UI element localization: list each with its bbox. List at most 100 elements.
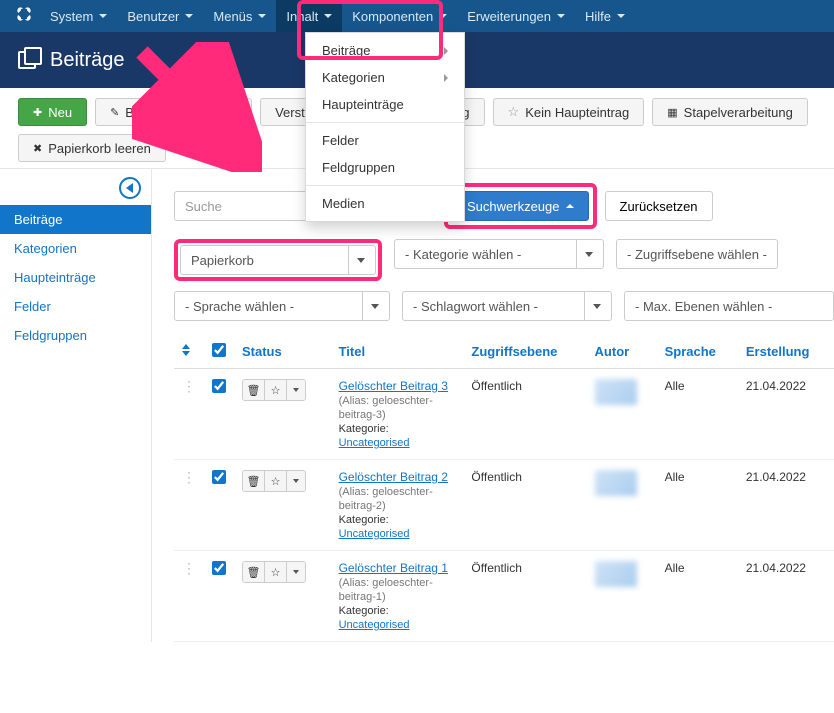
category-link[interactable]: Uncategorised (339, 619, 410, 631)
col-author[interactable]: Autor (587, 335, 657, 369)
filter-maxlevel-select[interactable]: - Max. Ebenen wählen - (624, 291, 834, 321)
menu-system[interactable]: System (40, 0, 117, 32)
row-language: Alle (657, 369, 738, 460)
col-language[interactable]: Sprache (657, 335, 738, 369)
filter-language-select[interactable]: - Sprache wählen - (174, 291, 390, 321)
plus-icon: ✚ (33, 106, 42, 119)
menu-components[interactable]: Komponenten (342, 0, 457, 32)
filter-status-select[interactable]: Papierkorb (180, 245, 376, 275)
unfeatured-button[interactable]: ☆Kein Haupteintrag (493, 98, 645, 126)
col-title[interactable]: Titel (331, 335, 464, 369)
trash-icon[interactable]: 🗑 (243, 380, 265, 400)
menu-users[interactable]: Benutzer (117, 0, 203, 32)
star-outline-icon[interactable]: ☆ (265, 562, 287, 582)
menu-extensions[interactable]: Erweiterungen (457, 0, 575, 32)
dropdown-item-categories[interactable]: Kategorien (306, 64, 464, 91)
sort-order-icon[interactable] (182, 344, 190, 356)
filter-access-select[interactable]: - Zugriffsebene wählen - (616, 239, 778, 269)
annotation-highlight-status-filter: Papierkorb (174, 239, 382, 281)
menu-content[interactable]: Inhalt (276, 0, 342, 32)
article-category: Kategorie: Uncategorised (339, 514, 410, 540)
batch-button[interactable]: ▦Stapelverarbeitung (652, 98, 808, 126)
row-access: Öffentlich (463, 369, 586, 460)
dropdown-item-articles[interactable]: Beiträge (306, 37, 464, 64)
search-tools-button[interactable]: Suchwerkzeuge (452, 191, 589, 221)
reset-button[interactable]: Zurücksetzen (605, 191, 713, 221)
menu-menus[interactable]: Menüs (203, 0, 276, 32)
drag-handle-icon[interactable]: ⋮ (182, 469, 196, 485)
content-dropdown: Beiträge Kategorien Haupteinträge Felder… (305, 32, 465, 222)
chevron-down-icon[interactable] (287, 380, 305, 400)
articles-icon (18, 51, 36, 69)
content-area: Suche Suchwerkzeuge Zurücksetzen Papierk… (152, 169, 834, 642)
col-access[interactable]: Zugriffsebene (463, 335, 586, 369)
col-created[interactable]: Erstellung (738, 335, 834, 369)
x-icon: ✖ (33, 142, 42, 155)
article-title-link[interactable]: Gelöschter Beitrag 2 (339, 470, 448, 484)
author-avatar (595, 470, 637, 496)
table-row: ⋮ 🗑☆ Gelöschter Beitrag 2 (Alias: geloes… (174, 460, 834, 551)
col-status[interactable]: Status (234, 335, 331, 369)
article-alias: (Alias: geloeschter-beitrag-2) (339, 486, 433, 512)
article-category: Kategorie: Uncategorised (339, 605, 410, 631)
page-title: Beiträge (50, 49, 125, 72)
batch-icon: ▦ (667, 106, 677, 119)
sidebar: Beiträge Kategorien Haupteinträge Felder… (0, 169, 152, 642)
sidebar-item-articles[interactable]: Beiträge (0, 205, 151, 234)
author-avatar (595, 561, 637, 587)
joomla-logo-icon (8, 6, 40, 27)
table-row: ⋮ 🗑☆ Gelöschter Beitrag 1 (Alias: geloes… (174, 551, 834, 642)
new-button[interactable]: ✚Neu (18, 98, 87, 126)
articles-table: Status Titel Zugriffsebene Autor Sprache… (174, 335, 834, 642)
dropdown-item-media[interactable]: Medien (306, 190, 464, 217)
trash-icon[interactable]: 🗑 (243, 562, 265, 582)
row-checkbox[interactable] (212, 561, 226, 575)
drag-handle-icon[interactable]: ⋮ (182, 378, 196, 394)
row-access: Öffentlich (463, 551, 586, 642)
row-created: 21.04.2022 (738, 369, 834, 460)
sidebar-item-featured[interactable]: Haupteinträge (0, 263, 151, 292)
filter-tag-select[interactable]: - Schlagwort wählen - (402, 291, 612, 321)
author-avatar (595, 379, 637, 405)
row-status-buttons[interactable]: 🗑☆ (242, 470, 306, 492)
row-created: 21.04.2022 (738, 460, 834, 551)
article-alias: (Alias: geloeschter-beitrag-3) (339, 395, 433, 421)
filter-category-select[interactable]: - Kategorie wählen - (394, 239, 604, 269)
empty-trash-button[interactable]: ✖Papierkorb leeren (18, 134, 166, 162)
category-link[interactable]: Uncategorised (339, 437, 410, 449)
dropdown-item-fields[interactable]: Felder (306, 127, 464, 154)
sidebar-item-fields[interactable]: Felder (0, 292, 151, 321)
trash-icon[interactable]: 🗑 (243, 471, 265, 491)
publish-button[interactable]: ✓ (211, 98, 252, 126)
row-status-buttons[interactable]: 🗑☆ (242, 561, 306, 583)
row-status-buttons[interactable]: 🗑☆ (242, 379, 306, 401)
article-title-link[interactable]: Gelöschter Beitrag 3 (339, 379, 448, 393)
row-checkbox[interactable] (212, 379, 226, 393)
row-access: Öffentlich (463, 460, 586, 551)
edit-button[interactable]: ✎Bearbeiten (95, 98, 203, 126)
pencil-icon: ✎ (110, 106, 119, 119)
star-outline-icon: ☆ (508, 104, 520, 120)
chevron-down-icon[interactable] (287, 471, 305, 491)
annotation-highlight-searchtools: Suchwerkzeuge (444, 183, 597, 229)
chevron-down-icon[interactable] (287, 562, 305, 582)
row-checkbox[interactable] (212, 470, 226, 484)
sidebar-item-fieldgroups[interactable]: Feldgruppen (0, 321, 151, 350)
star-outline-icon[interactable]: ☆ (265, 471, 287, 491)
dropdown-item-fieldgroups[interactable]: Feldgruppen (306, 154, 464, 181)
drag-handle-icon[interactable]: ⋮ (182, 560, 196, 576)
row-language: Alle (657, 460, 738, 551)
table-row: ⋮ 🗑☆ Gelöschter Beitrag 3 (Alias: geloes… (174, 369, 834, 460)
collapse-sidebar-button[interactable] (119, 177, 141, 199)
sidebar-item-categories[interactable]: Kategorien (0, 234, 151, 263)
star-outline-icon[interactable]: ☆ (265, 380, 287, 400)
row-created: 21.04.2022 (738, 551, 834, 642)
select-all-checkbox[interactable] (212, 343, 226, 357)
category-link[interactable]: Uncategorised (339, 528, 410, 540)
article-alias: (Alias: geloeschter-beitrag-1) (339, 577, 433, 603)
article-category: Kategorie: Uncategorised (339, 423, 410, 449)
dropdown-item-featured[interactable]: Haupteinträge (306, 91, 464, 118)
article-title-link[interactable]: Gelöschter Beitrag 1 (339, 561, 448, 575)
menu-help[interactable]: Hilfe (575, 0, 635, 32)
row-language: Alle (657, 551, 738, 642)
